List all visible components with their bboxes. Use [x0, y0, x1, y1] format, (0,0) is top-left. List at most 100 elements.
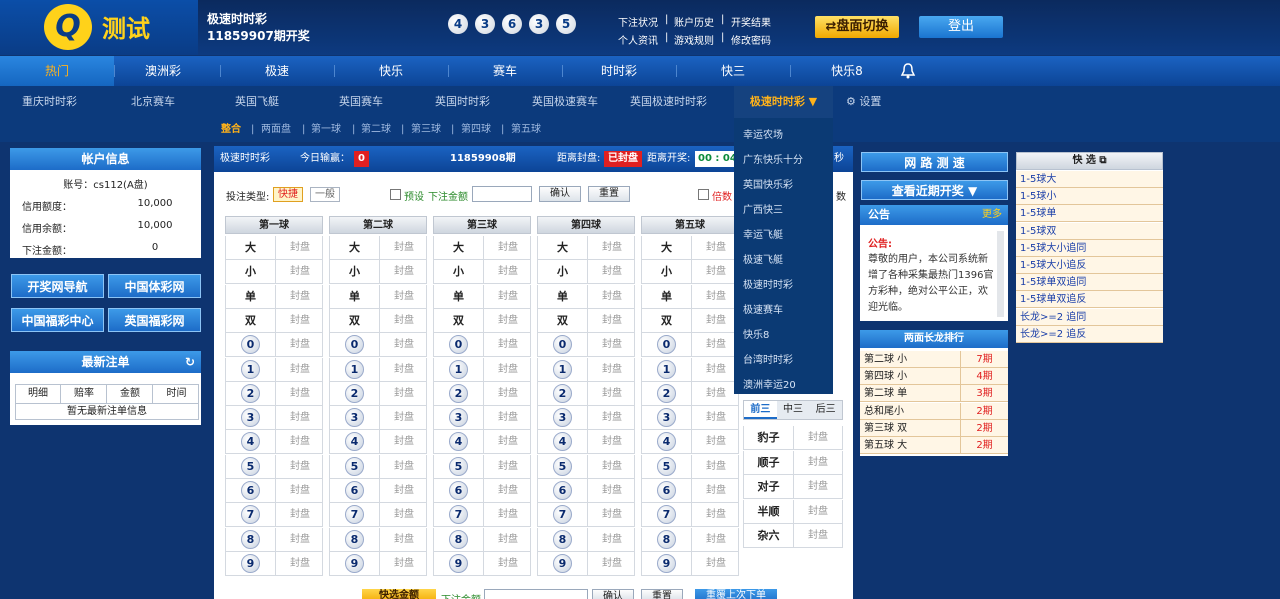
bet-cell[interactable]: 单 封盘: [225, 284, 323, 309]
dropdown-item[interactable]: 极速赛车: [743, 301, 783, 316]
sub-nav-uk-airship[interactable]: 英国飞艇: [235, 86, 279, 118]
bottom-amount-input[interactable]: [484, 589, 588, 599]
tab-back-three[interactable]: 后三: [809, 401, 843, 419]
quick-select-item[interactable]: 1-5球单双追同: [1016, 274, 1163, 292]
quick-select-item[interactable]: 1-5球单双追反: [1016, 291, 1163, 309]
bet-cell[interactable]: 9 封盘: [433, 551, 531, 576]
link-china-welfare-center[interactable]: 中国福彩中心: [11, 308, 104, 332]
dropdown-item[interactable]: 英国快乐彩: [743, 176, 793, 191]
link-china-sports-lottery[interactable]: 中国体彩网: [108, 274, 201, 298]
bet-cell[interactable]: 9 封盘: [641, 551, 739, 576]
bet-cell[interactable]: 5 封盘: [641, 454, 739, 479]
network-speed-button[interactable]: 网 路 测 速: [861, 152, 1008, 172]
settings-link[interactable]: ⚙ 设置: [846, 86, 881, 118]
bet-cell[interactable]: 小 封盘: [329, 260, 427, 285]
tab-ball-1[interactable]: 第一球: [311, 118, 341, 142]
dropdown-item[interactable]: 澳洲幸运20: [743, 376, 796, 391]
bet-type-normal[interactable]: 一般: [310, 187, 340, 202]
dropdown-item[interactable]: 幸运农场: [743, 126, 783, 141]
bet-cell[interactable]: 0 封盘: [329, 333, 427, 358]
notice-scrollbar[interactable]: [997, 231, 1004, 317]
dropdown-item[interactable]: 极速时时彩: [743, 276, 793, 291]
tab-front-three[interactable]: 前三: [744, 401, 777, 419]
nav-racing[interactable]: 赛车: [448, 56, 562, 86]
bet-cell[interactable]: 7 封盘: [537, 503, 635, 528]
bet-cell[interactable]: 双 封盘: [225, 308, 323, 333]
link-uk-welfare[interactable]: 英国福彩网: [108, 308, 201, 332]
bet-cell[interactable]: 3 封盘: [537, 406, 635, 431]
bet-cell[interactable]: 8 封盘: [641, 527, 739, 552]
bottom-confirm-button[interactable]: 确认: [592, 589, 634, 599]
quick-select-item[interactable]: 1-5球大: [1016, 171, 1163, 188]
link-change-password[interactable]: 修改密码: [731, 32, 771, 47]
link-draw-results[interactable]: 开奖结果: [731, 14, 771, 29]
bet-cell[interactable]: 单 封盘: [433, 284, 531, 309]
tab-ball-3[interactable]: 第三球: [411, 118, 441, 142]
bet-cell[interactable]: 4 封盘: [433, 430, 531, 455]
dropdown-item[interactable]: 广西快三: [743, 201, 783, 216]
repeat-last-bet-button[interactable]: 重覆上次下单: [695, 589, 777, 599]
sanqiu-bet-cell[interactable]: 对子 封盘: [743, 475, 843, 499]
bet-cell[interactable]: 3 封盘: [225, 406, 323, 431]
bet-cell[interactable]: 9 封盘: [225, 551, 323, 576]
bet-cell[interactable]: 2 封盘: [641, 381, 739, 406]
dropdown-item[interactable]: 广东快乐十分: [743, 151, 803, 166]
dropdown-item[interactable]: 幸运飞艇: [743, 226, 783, 241]
bet-cell[interactable]: 0 封盘: [641, 333, 739, 358]
bet-cell[interactable]: 0 封盘: [225, 333, 323, 358]
sanqiu-bet-cell[interactable]: 半顺 封盘: [743, 499, 843, 524]
bet-cell[interactable]: 大 封盘: [641, 236, 739, 260]
bet-cell[interactable]: 5 封盘: [329, 454, 427, 479]
bet-cell[interactable]: 2 封盘: [537, 381, 635, 406]
bet-cell[interactable]: 1 封盘: [641, 357, 739, 382]
link-game-rules[interactable]: 游戏规则: [674, 32, 714, 47]
bet-cell[interactable]: 4 封盘: [641, 430, 739, 455]
bet-cell[interactable]: 小 封盘: [433, 260, 531, 285]
bet-cell[interactable]: 1 封盘: [225, 357, 323, 382]
bet-cell[interactable]: 3 封盘: [433, 406, 531, 431]
switch-board-button[interactable]: ⇄盘面切换: [815, 16, 899, 38]
bet-cell[interactable]: 大 封盘: [225, 236, 323, 260]
quick-select-item[interactable]: 1-5球大小追反: [1016, 257, 1163, 274]
bet-cell[interactable]: 7 封盘: [329, 503, 427, 528]
bet-cell[interactable]: 大 封盘: [537, 236, 635, 260]
bet-cell[interactable]: 0 封盘: [537, 333, 635, 358]
bet-cell[interactable]: 单 封盘: [329, 284, 427, 309]
dropdown-item[interactable]: 台湾时时彩: [743, 351, 793, 366]
tab-combined[interactable]: 整合: [221, 118, 241, 142]
quick-select-item[interactable]: 1-5球小: [1016, 188, 1163, 206]
bet-cell[interactable]: 单 封盘: [537, 284, 635, 309]
tab-middle-three[interactable]: 中三: [776, 401, 810, 419]
quick-select-item[interactable]: 1-5球单: [1016, 205, 1163, 223]
bet-cell[interactable]: 8 封盘: [537, 527, 635, 552]
bet-cell[interactable]: 2 封盘: [433, 381, 531, 406]
sub-nav-bjpk[interactable]: 北京赛车: [131, 86, 175, 118]
tab-ball-2[interactable]: 第二球: [361, 118, 391, 142]
quick-amount-button[interactable]: 快选金额: [362, 589, 436, 599]
bet-cell[interactable]: 2 封盘: [225, 381, 323, 406]
nav-speed[interactable]: 极速: [220, 56, 334, 86]
nav-hot[interactable]: 热门: [0, 56, 114, 86]
link-profile[interactable]: 个人资讯: [618, 32, 658, 47]
bottom-reset-button[interactable]: 重置: [641, 589, 683, 599]
bet-cell[interactable]: 6 封盘: [641, 479, 739, 503]
bet-cell[interactable]: 4 封盘: [537, 430, 635, 455]
bet-cell[interactable]: 8 封盘: [329, 527, 427, 552]
bet-cell[interactable]: 9 封盘: [329, 551, 427, 576]
bet-cell[interactable]: 小 封盘: [537, 260, 635, 285]
preset-checkbox[interactable]: [390, 189, 401, 200]
nav-happy8[interactable]: 快乐8: [790, 56, 904, 86]
nav-ssc[interactable]: 时时彩: [562, 56, 676, 86]
dropdown-item[interactable]: 极速飞艇: [743, 251, 783, 266]
bet-cell[interactable]: 6 封盘: [225, 479, 323, 503]
nav-australia[interactable]: 澳洲彩: [106, 56, 220, 86]
bet-cell[interactable]: 7 封盘: [641, 503, 739, 528]
bet-cell[interactable]: 双 封盘: [537, 308, 635, 333]
bet-cell[interactable]: 4 封盘: [329, 430, 427, 455]
bet-cell[interactable]: 4 封盘: [225, 430, 323, 455]
bet-cell[interactable]: 5 封盘: [537, 454, 635, 479]
nav-k3[interactable]: 快三: [676, 56, 790, 86]
notice-more-link[interactable]: 更多: [982, 205, 1002, 225]
bet-cell[interactable]: 双 封盘: [641, 308, 739, 333]
sanqiu-bet-cell[interactable]: 顺子 封盘: [743, 450, 843, 475]
